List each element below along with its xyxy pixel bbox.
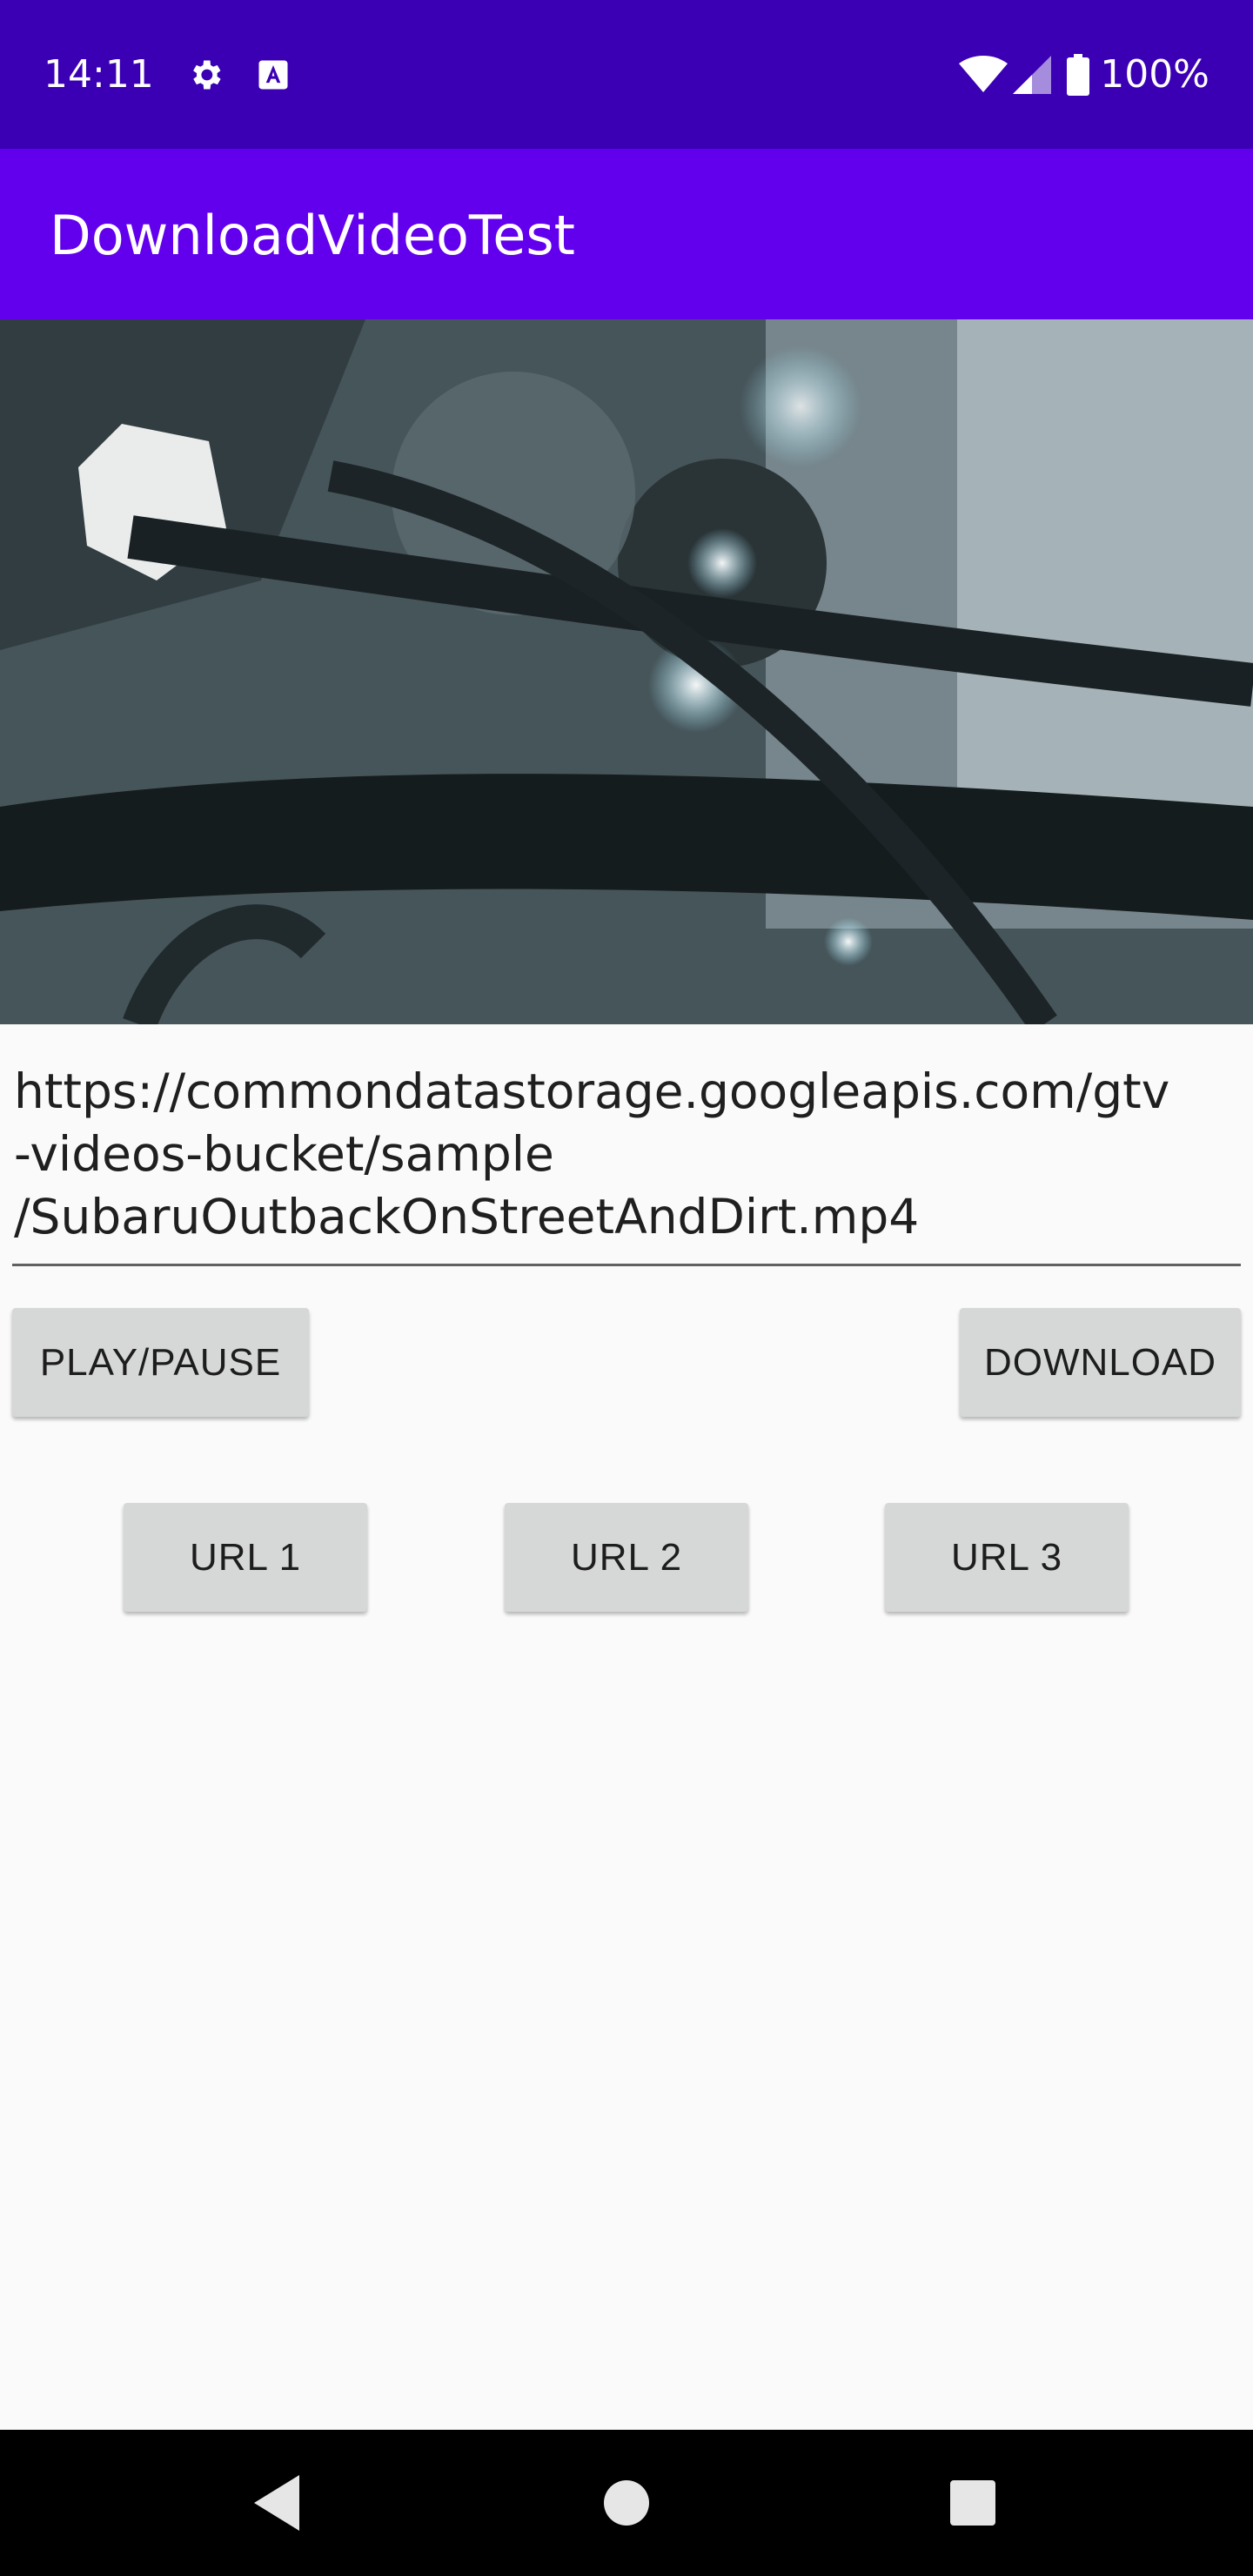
app-title: DownloadVideoTest (50, 204, 575, 267)
download-button[interactable]: DOWNLOAD (960, 1308, 1241, 1417)
url-input-text[interactable]: https://commondatastorage.googleapis.com… (12, 1060, 1241, 1248)
app-bar: DownloadVideoTest (0, 149, 1253, 319)
battery-percent: 100% (1100, 52, 1209, 97)
url-input-underline (12, 1264, 1241, 1266)
screen: 14:11 100% DownloadVideoTest https://com… (0, 0, 1253, 2576)
navigation-bar (0, 2430, 1253, 2576)
back-icon[interactable] (244, 2468, 313, 2538)
status-bar: 14:11 100% (0, 0, 1253, 149)
video-player[interactable] (0, 319, 1253, 1024)
home-icon[interactable] (592, 2468, 661, 2538)
play-pause-button[interactable]: PLAY/PAUSE (12, 1308, 309, 1417)
wifi-icon (959, 56, 1008, 92)
url-input[interactable]: https://commondatastorage.googleapis.com… (12, 1060, 1241, 1266)
signal-icon (1013, 56, 1052, 94)
battery-icon (1067, 54, 1090, 96)
text-a-icon (258, 60, 288, 90)
settings-icon (193, 60, 221, 90)
url-1-button[interactable]: URL 1 (124, 1503, 367, 1612)
recents-icon[interactable] (938, 2468, 1008, 2538)
video-frame (0, 319, 1253, 1024)
url-3-button[interactable]: URL 3 (885, 1503, 1129, 1612)
url-2-button[interactable]: URL 2 (505, 1503, 748, 1612)
status-time: 14:11 (44, 52, 154, 97)
status-right-cluster: 100% (959, 50, 1209, 99)
